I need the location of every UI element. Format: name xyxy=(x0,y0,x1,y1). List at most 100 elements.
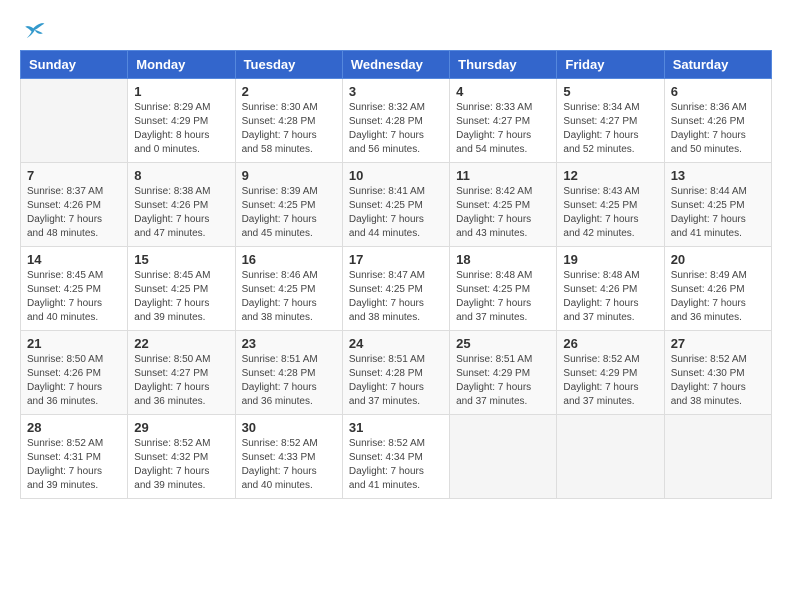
calendar-body: 1 Sunrise: 8:29 AMSunset: 4:29 PMDaylight… xyxy=(21,79,772,499)
day-info: Sunrise: 8:34 AMSunset: 4:27 PMDaylight:… xyxy=(563,101,657,157)
weekday-header-tuesday: Tuesday xyxy=(235,51,342,79)
calendar-week-4: 21 Sunrise: 8:50 AMSunset: 4:26 PMDayligh… xyxy=(21,331,772,415)
page-header xyxy=(20,20,772,40)
calendar-cell: 5 Sunrise: 8:34 AMSunset: 4:27 PMDaylight… xyxy=(557,79,664,163)
calendar-cell xyxy=(21,79,128,163)
day-info: Sunrise: 8:52 AMSunset: 4:33 PMDaylight:… xyxy=(242,437,336,493)
weekday-header-saturday: Saturday xyxy=(664,51,771,79)
day-number: 20 xyxy=(671,252,765,267)
day-info: Sunrise: 8:36 AMSunset: 4:26 PMDaylight:… xyxy=(671,101,765,157)
day-info: Sunrise: 8:42 AMSunset: 4:25 PMDaylight:… xyxy=(456,185,550,241)
day-number: 12 xyxy=(563,168,657,183)
logo xyxy=(20,20,46,40)
day-info: Sunrise: 8:52 AMSunset: 4:34 PMDaylight:… xyxy=(349,437,443,493)
calendar-cell: 24Sunrise: 8:51 AMSunset: 4:28 PMDayligh… xyxy=(342,331,449,415)
day-number: 8 xyxy=(134,168,228,183)
calendar-cell: 10 Sunrise: 8:41 AMSunset: 4:25 PMDayligh… xyxy=(342,163,449,247)
calendar-cell: 3 Sunrise: 8:32 AMSunset: 4:28 PMDaylight… xyxy=(342,79,449,163)
day-info: Sunrise: 8:50 AMSunset: 4:26 PMDaylight:… xyxy=(27,353,121,409)
day-number: 27 xyxy=(671,336,765,351)
day-number: 10 xyxy=(349,168,443,183)
weekday-header-wednesday: Wednesday xyxy=(342,51,449,79)
day-info: Sunrise: 8:43 AMSunset: 4:25 PMDaylight:… xyxy=(563,185,657,241)
calendar-cell xyxy=(557,415,664,499)
calendar-cell: 22 Sunrise: 8:50 AMSunset: 4:27 PMDayligh… xyxy=(128,331,235,415)
day-info: Sunrise: 8:51 AMSunset: 4:28 PMDaylight:… xyxy=(242,353,336,409)
day-info: Sunrise: 8:30 AMSunset: 4:28 PMDaylight:… xyxy=(242,101,336,157)
calendar-cell: 21 Sunrise: 8:50 AMSunset: 4:26 PMDayligh… xyxy=(21,331,128,415)
day-number: 17 xyxy=(349,252,443,267)
day-number: 30 xyxy=(242,420,336,435)
day-number: 19 xyxy=(563,252,657,267)
calendar-cell xyxy=(450,415,557,499)
calendar-cell: 13Sunrise: 8:44 AMSunset: 4:25 PMDayligh… xyxy=(664,163,771,247)
day-number: 18 xyxy=(456,252,550,267)
day-info: Sunrise: 8:51 AMSunset: 4:29 PMDaylight:… xyxy=(456,353,550,409)
calendar-cell: 9 Sunrise: 8:39 AMSunset: 4:25 PMDaylight… xyxy=(235,163,342,247)
calendar-week-2: 7 Sunrise: 8:37 AMSunset: 4:26 PMDaylight… xyxy=(21,163,772,247)
day-info: Sunrise: 8:52 AMSunset: 4:32 PMDaylight:… xyxy=(134,437,228,493)
calendar-cell: 18 Sunrise: 8:48 AMSunset: 4:25 PMDayligh… xyxy=(450,247,557,331)
day-number: 4 xyxy=(456,84,550,99)
day-number: 15 xyxy=(134,252,228,267)
day-number: 24 xyxy=(349,336,443,351)
weekday-header-monday: Monday xyxy=(128,51,235,79)
calendar-cell: 7 Sunrise: 8:37 AMSunset: 4:26 PMDaylight… xyxy=(21,163,128,247)
calendar-cell: 31 Sunrise: 8:52 AMSunset: 4:34 PMDayligh… xyxy=(342,415,449,499)
day-number: 3 xyxy=(349,84,443,99)
day-number: 7 xyxy=(27,168,121,183)
day-number: 31 xyxy=(349,420,443,435)
day-info: Sunrise: 8:29 AMSunset: 4:29 PMDaylight:… xyxy=(134,101,228,157)
weekday-header-thursday: Thursday xyxy=(450,51,557,79)
day-info: Sunrise: 8:32 AMSunset: 4:28 PMDaylight:… xyxy=(349,101,443,157)
day-info: Sunrise: 8:52 AMSunset: 4:31 PMDaylight:… xyxy=(27,437,121,493)
day-number: 22 xyxy=(134,336,228,351)
day-info: Sunrise: 8:48 AMSunset: 4:25 PMDaylight:… xyxy=(456,269,550,325)
day-number: 1 xyxy=(134,84,228,99)
day-number: 2 xyxy=(242,84,336,99)
day-info: Sunrise: 8:33 AMSunset: 4:27 PMDaylight:… xyxy=(456,101,550,157)
calendar-cell: 26Sunrise: 8:52 AMSunset: 4:29 PMDayligh… xyxy=(557,331,664,415)
day-number: 21 xyxy=(27,336,121,351)
day-info: Sunrise: 8:50 AMSunset: 4:27 PMDaylight:… xyxy=(134,353,228,409)
day-info: Sunrise: 8:38 AMSunset: 4:26 PMDaylight:… xyxy=(134,185,228,241)
day-number: 28 xyxy=(27,420,121,435)
day-info: Sunrise: 8:48 AMSunset: 4:26 PMDaylight:… xyxy=(563,269,657,325)
calendar-cell: 8 Sunrise: 8:38 AMSunset: 4:26 PMDaylight… xyxy=(128,163,235,247)
calendar-cell: 14 Sunrise: 8:45 AMSunset: 4:25 PMDayligh… xyxy=(21,247,128,331)
calendar-week-3: 14 Sunrise: 8:45 AMSunset: 4:25 PMDayligh… xyxy=(21,247,772,331)
day-number: 26 xyxy=(563,336,657,351)
day-info: Sunrise: 8:45 AMSunset: 4:25 PMDaylight:… xyxy=(134,269,228,325)
day-number: 6 xyxy=(671,84,765,99)
calendar-cell: 27Sunrise: 8:52 AMSunset: 4:30 PMDayligh… xyxy=(664,331,771,415)
calendar-cell: 30 Sunrise: 8:52 AMSunset: 4:33 PMDayligh… xyxy=(235,415,342,499)
day-info: Sunrise: 8:45 AMSunset: 4:25 PMDaylight:… xyxy=(27,269,121,325)
calendar-cell: 11Sunrise: 8:42 AMSunset: 4:25 PMDayligh… xyxy=(450,163,557,247)
calendar-cell: 20Sunrise: 8:49 AMSunset: 4:26 PMDayligh… xyxy=(664,247,771,331)
day-info: Sunrise: 8:39 AMSunset: 4:25 PMDaylight:… xyxy=(242,185,336,241)
calendar-cell xyxy=(664,415,771,499)
calendar-cell: 29 Sunrise: 8:52 AMSunset: 4:32 PMDayligh… xyxy=(128,415,235,499)
calendar-header-row: SundayMondayTuesdayWednesdayThursdayFrid… xyxy=(21,51,772,79)
day-number: 25 xyxy=(456,336,550,351)
weekday-header-friday: Friday xyxy=(557,51,664,79)
calendar-cell: 16Sunrise: 8:46 AMSunset: 4:25 PMDayligh… xyxy=(235,247,342,331)
day-info: Sunrise: 8:44 AMSunset: 4:25 PMDaylight:… xyxy=(671,185,765,241)
calendar-cell: 19 Sunrise: 8:48 AMSunset: 4:26 PMDayligh… xyxy=(557,247,664,331)
calendar-week-5: 28 Sunrise: 8:52 AMSunset: 4:31 PMDayligh… xyxy=(21,415,772,499)
day-number: 29 xyxy=(134,420,228,435)
day-number: 5 xyxy=(563,84,657,99)
calendar-cell: 23Sunrise: 8:51 AMSunset: 4:28 PMDayligh… xyxy=(235,331,342,415)
calendar-week-1: 1 Sunrise: 8:29 AMSunset: 4:29 PMDaylight… xyxy=(21,79,772,163)
day-info: Sunrise: 8:47 AMSunset: 4:25 PMDaylight:… xyxy=(349,269,443,325)
calendar-cell: 28 Sunrise: 8:52 AMSunset: 4:31 PMDayligh… xyxy=(21,415,128,499)
day-number: 14 xyxy=(27,252,121,267)
day-info: Sunrise: 8:41 AMSunset: 4:25 PMDaylight:… xyxy=(349,185,443,241)
calendar-table: SundayMondayTuesdayWednesdayThursdayFrid… xyxy=(20,50,772,499)
calendar-cell: 15 Sunrise: 8:45 AMSunset: 4:25 PMDayligh… xyxy=(128,247,235,331)
weekday-header-sunday: Sunday xyxy=(21,51,128,79)
day-number: 16 xyxy=(242,252,336,267)
day-info: Sunrise: 8:37 AMSunset: 4:26 PMDaylight:… xyxy=(27,185,121,241)
logo-bird-icon xyxy=(22,20,46,40)
day-number: 9 xyxy=(242,168,336,183)
